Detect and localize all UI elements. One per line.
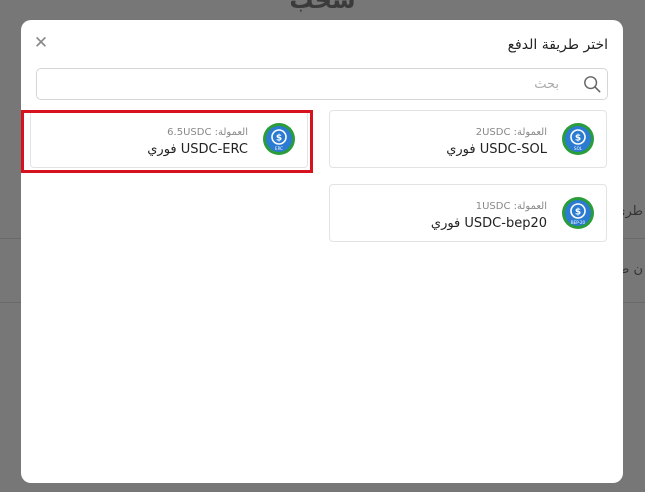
- close-button[interactable]: ✕: [32, 34, 50, 52]
- coin-badge-label: BEP-20: [571, 220, 586, 225]
- usdc-coin-icon: $ ERC: [263, 123, 295, 155]
- svg-text:$: $: [575, 208, 581, 218]
- search-box[interactable]: [36, 68, 608, 100]
- usdc-coin-icon: $ SOL: [562, 123, 594, 155]
- coin-badge-label: ERC: [275, 146, 283, 151]
- modal-title: اختر طريقة الدفع: [507, 37, 608, 53]
- usdc-coin-icon: $ BEP-20: [562, 197, 594, 229]
- close-icon[interactable]: ✕: [34, 33, 48, 53]
- search-icon: [584, 76, 601, 93]
- method-name: USDC-SOL فوري: [446, 142, 547, 157]
- fee-text: العمولة: 2USDC: [475, 127, 547, 138]
- svg-text:$: $: [575, 134, 581, 144]
- payment-method-usdc-bep20[interactable]: $ BEP-20 العمولة: 1USDC USDC-bep20 فوري: [329, 184, 607, 242]
- svg-text:$: $: [276, 134, 282, 144]
- page-title: سحب: [289, 0, 356, 14]
- method-name: USDC-ERC فوري: [147, 142, 248, 157]
- payment-method-modal: اختر طريقة الدفع ✕ $ ERC العمولة: 6.5USD…: [21, 20, 623, 483]
- payment-method-usdc-sol[interactable]: $ SOL العمولة: 2USDC USDC-SOL فوري: [329, 110, 607, 168]
- search-input[interactable]: [37, 69, 567, 99]
- payment-method-usdc-erc[interactable]: $ ERC العمولة: 6.5USDC USDC-ERC فوري: [30, 110, 308, 168]
- fee-text: العمولة: 1USDC: [475, 201, 547, 212]
- method-name: USDC-bep20 فوري: [430, 216, 547, 231]
- coin-badge-label: SOL: [574, 146, 583, 151]
- fee-text: العمولة: 6.5USDC: [167, 127, 248, 138]
